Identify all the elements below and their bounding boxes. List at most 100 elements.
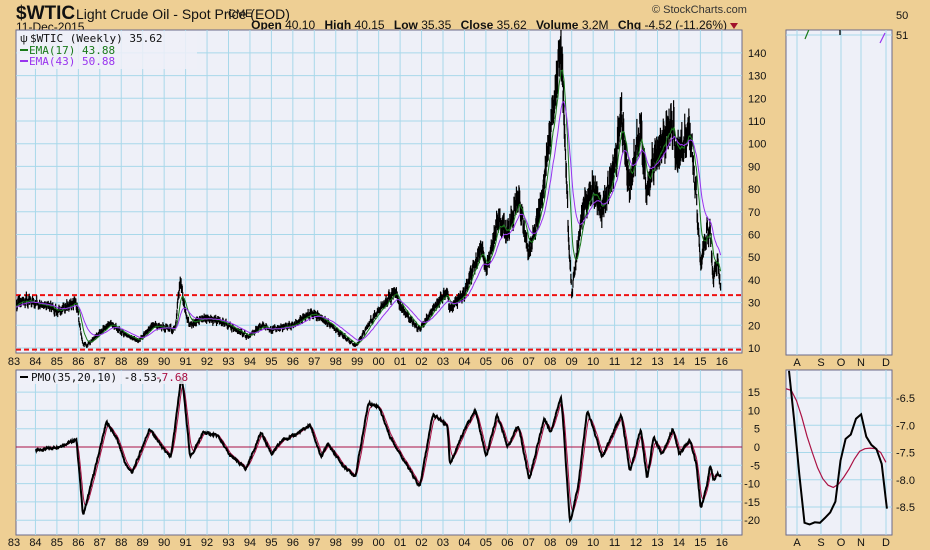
pmo-tick-label: 15 [748, 387, 760, 399]
mini-price-tick-label: 49 [896, 0, 908, 2]
mini-pmo-tick-label: -7.5 [896, 448, 915, 460]
year-tick-label: 12 [630, 537, 642, 549]
month-tick-label: S [817, 537, 824, 549]
year-tick-label: 93 [222, 537, 234, 549]
price-tick-label: 40 [748, 275, 760, 287]
pmo-tick-label: 0 [754, 442, 760, 454]
year-tick-label: 11 [609, 356, 620, 368]
price-tick-label: 90 [748, 161, 760, 173]
month-tick-label: D [882, 357, 890, 369]
year-tick-label: 03 [437, 537, 449, 549]
month-tick-label: A [793, 537, 801, 549]
price-tick-label: 80 [748, 184, 760, 196]
price-tick-label: 10 [748, 343, 760, 355]
year-tick-label: 92 [201, 537, 213, 549]
year-tick-label: 95 [265, 356, 277, 368]
year-tick-label: 91 [179, 356, 191, 368]
year-tick-label: 12 [630, 356, 642, 368]
price-tick-label: 100 [748, 139, 766, 151]
year-tick-label: 16 [716, 537, 728, 549]
pmo-tick-label: -20 [744, 515, 760, 527]
year-tick-label: 15 [694, 356, 706, 368]
year-tick-label: 86 [72, 537, 84, 549]
year-tick-label: 04 [458, 356, 470, 368]
year-tick-label: 07 [523, 537, 535, 549]
year-tick-label: 90 [158, 356, 170, 368]
year-tick-label: 07 [523, 356, 535, 368]
year-tick-label: 13 [651, 356, 663, 368]
year-tick-label: 08 [544, 356, 556, 368]
mini-pmo-tick-label: -8.0 [896, 475, 915, 487]
month-tick-label: O [837, 357, 846, 369]
mini-pmo-tick-label: -7.0 [896, 420, 915, 432]
year-tick-label: 98 [330, 356, 342, 368]
year-tick-label: 89 [137, 356, 149, 368]
year-tick-label: 99 [351, 537, 363, 549]
year-tick-label: 97 [308, 537, 320, 549]
year-tick-label: 98 [330, 537, 342, 549]
price-tick-label: 130 [748, 71, 766, 83]
year-tick-label: 05 [480, 537, 492, 549]
month-tick-label: N [857, 357, 865, 369]
year-tick-label: 04 [458, 537, 470, 549]
year-tick-label: 11 [609, 537, 620, 549]
year-tick-label: 83 [8, 356, 20, 368]
year-tick-label: 97 [308, 356, 320, 368]
year-tick-label: 87 [94, 537, 106, 549]
year-tick-label: 00 [373, 537, 385, 549]
year-tick-label: 93 [222, 356, 234, 368]
year-tick-label: 96 [287, 356, 299, 368]
year-tick-label: 90 [158, 537, 170, 549]
pmo-signal-legend: -7.68 [155, 371, 188, 384]
mini-pmo-tick-label: -6.5 [896, 393, 915, 405]
month-tick-label: D [882, 537, 890, 549]
year-tick-label: 91 [179, 537, 191, 549]
year-tick-label: 89 [137, 537, 149, 549]
price-tick-label: 70 [748, 207, 760, 219]
year-tick-label: 87 [94, 356, 106, 368]
mini-price-tick-label: 50 [896, 10, 908, 22]
year-tick-label: 05 [480, 356, 492, 368]
pmo-tick-label: 10 [748, 405, 760, 417]
year-tick-label: 86 [72, 356, 84, 368]
year-tick-label: 94 [244, 356, 256, 368]
year-tick-label: 88 [115, 537, 127, 549]
month-tick-label: N [857, 537, 865, 549]
year-tick-label: 84 [29, 537, 41, 549]
price-tick-label: 110 [748, 116, 766, 128]
year-tick-label: 83 [8, 537, 20, 549]
month-tick-label: O [837, 537, 846, 549]
year-tick-label: 02 [415, 537, 427, 549]
year-tick-label: 88 [115, 356, 127, 368]
price-tick-label: 120 [748, 93, 766, 105]
year-tick-label: 99 [351, 356, 363, 368]
year-tick-label: 85 [51, 537, 63, 549]
year-tick-label: 14 [673, 356, 685, 368]
year-tick-label: 94 [244, 537, 256, 549]
pmo-tick-label: -15 [744, 497, 760, 509]
month-tick-label: S [817, 357, 824, 369]
price-tick-label: 20 [748, 320, 760, 332]
pmo-tick-label: -10 [744, 479, 760, 491]
year-tick-label: 06 [501, 537, 513, 549]
year-tick-label: 01 [394, 537, 406, 549]
year-tick-label: 09 [566, 537, 578, 549]
ema43-legend: EMA(43) 50.88 [29, 55, 115, 68]
year-tick-label: 10 [587, 537, 599, 549]
price-tick-label: 140 [748, 48, 766, 60]
year-tick-label: 06 [501, 356, 513, 368]
mini-price-panel [785, 29, 893, 356]
mini-pmo-tick-label: -8.5 [896, 502, 915, 514]
year-tick-label: 01 [394, 356, 406, 368]
year-tick-label: 95 [265, 537, 277, 549]
year-tick-label: 02 [415, 356, 427, 368]
year-tick-label: 14 [673, 537, 685, 549]
year-tick-label: 08 [544, 537, 556, 549]
year-tick-label: 84 [29, 356, 41, 368]
year-tick-label: 03 [437, 356, 449, 368]
year-tick-label: 16 [716, 356, 728, 368]
price-bars-icon: ψ [20, 33, 28, 45]
price-tick-label: 30 [748, 298, 760, 310]
year-tick-label: 10 [587, 356, 599, 368]
chart-canvas: 83 83 84 84 85 85 86 86 87 87 88 88 89 89 90 90 91 91 92 92… [8, 0, 915, 549]
